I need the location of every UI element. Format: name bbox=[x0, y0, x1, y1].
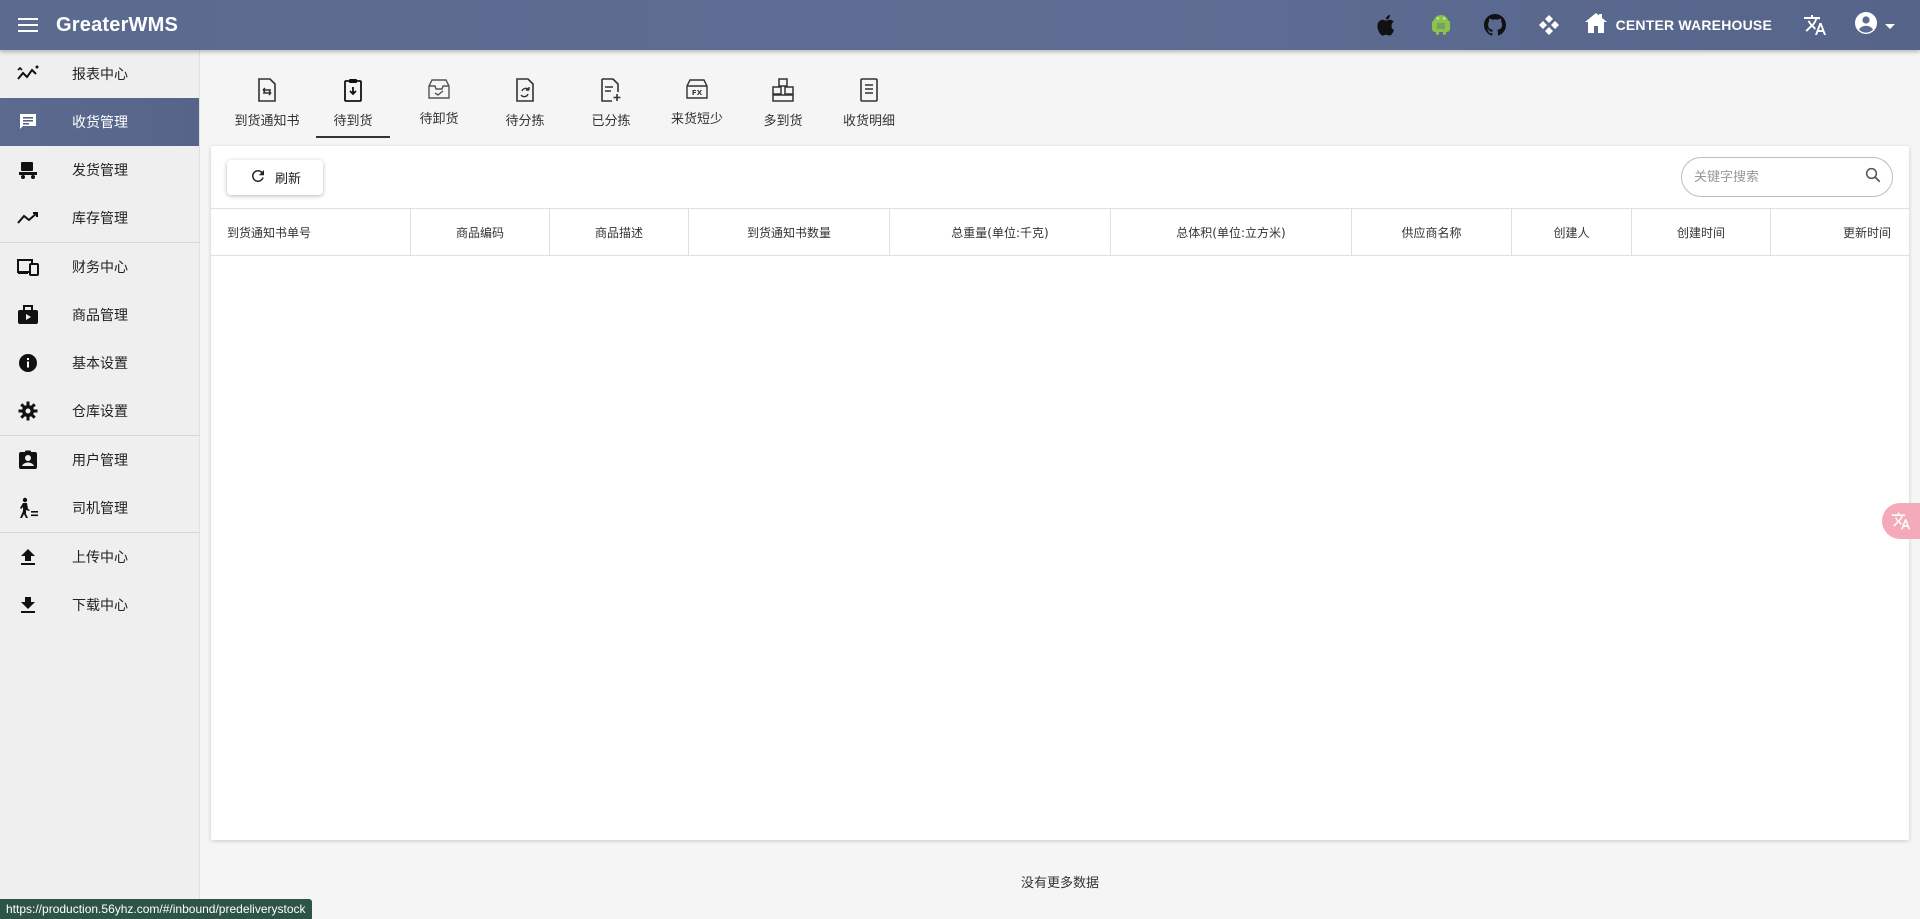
sidebar-item-finance[interactable]: 财务中心 bbox=[0, 243, 199, 291]
sidebar-item-label: 下载中心 bbox=[72, 598, 128, 614]
account-menu[interactable] bbox=[1842, 0, 1920, 50]
warehouse-selector[interactable]: CENTER WAREHOUSE bbox=[1576, 0, 1788, 50]
inbound-tabs: 到货通知书 待到货 待卸货 待分拣 已分拣 FX 来货短少 多到货 收货明细 bbox=[224, 70, 912, 138]
android-icon[interactable] bbox=[1414, 0, 1468, 50]
tab-label: 收货明细 bbox=[842, 114, 895, 129]
sidebar-item-stock[interactable]: 库存管理 bbox=[0, 194, 199, 242]
tab-pending-unload[interactable]: 待卸货 bbox=[396, 70, 482, 138]
report-icon bbox=[0, 65, 56, 83]
column-header[interactable]: 总体积(单位:立方米) bbox=[1111, 209, 1352, 256]
tab-shortage[interactable]: FX 来货短少 bbox=[654, 70, 740, 138]
sidebar-item-upload[interactable]: 上传中心 bbox=[0, 533, 199, 581]
sidebar-item-users[interactable]: 用户管理 bbox=[0, 436, 199, 484]
sidebar-item-warehouse-settings[interactable]: 仓库设置 bbox=[0, 387, 199, 435]
info-icon bbox=[0, 353, 56, 373]
account-icon bbox=[1854, 11, 1878, 39]
document-sync-icon bbox=[514, 78, 536, 106]
column-header[interactable]: 供应商名称 bbox=[1352, 209, 1512, 256]
sidebar-item-label: 上传中心 bbox=[72, 550, 128, 566]
column-header[interactable]: 创建人 bbox=[1512, 209, 1632, 256]
sidebar-item-label: 司机管理 bbox=[72, 501, 128, 517]
tab-label: 待分拣 bbox=[505, 114, 545, 129]
sidebar-item-basic-settings[interactable]: 基本设置 bbox=[0, 339, 199, 387]
tab-over-arrival[interactable]: 多到货 bbox=[740, 70, 826, 138]
search-input[interactable] bbox=[1694, 169, 1864, 185]
sidebar-item-label: 库存管理 bbox=[72, 211, 128, 227]
clipboard-icon bbox=[342, 78, 364, 106]
sidebar-item-download[interactable]: 下载中心 bbox=[0, 581, 199, 629]
sidebar-item-label: 基本设置 bbox=[72, 356, 128, 372]
column-header[interactable]: 总重量(单位:千克) bbox=[890, 209, 1111, 256]
tab-label: 待到货 bbox=[333, 114, 373, 129]
tab-sorted[interactable]: 已分拣 bbox=[568, 70, 654, 138]
receiving-icon bbox=[0, 112, 56, 132]
translate-float-icon[interactable] bbox=[1882, 503, 1920, 539]
sidebar-item-label: 报表中心 bbox=[72, 67, 128, 83]
boxes-icon bbox=[771, 78, 795, 106]
upload-icon bbox=[0, 548, 56, 566]
svg-text:FX: FX bbox=[692, 89, 703, 97]
menu-icon[interactable] bbox=[0, 0, 56, 50]
column-header[interactable]: 创建时间 bbox=[1632, 209, 1771, 256]
caret-down-icon bbox=[1884, 16, 1896, 35]
sidebar-item-label: 财务中心 bbox=[72, 260, 128, 276]
sidebar-item-label: 商品管理 bbox=[72, 308, 128, 324]
inbox-fx-icon: FX bbox=[685, 78, 709, 104]
document-transfer-icon bbox=[256, 78, 278, 106]
tab-label: 到货通知书 bbox=[234, 114, 300, 129]
sidebar-item-shipping[interactable]: 发货管理 bbox=[0, 146, 199, 194]
column-header[interactable]: 更新时间 bbox=[1771, 209, 1909, 256]
sidebar-item-label: 仓库设置 bbox=[72, 404, 128, 420]
finance-icon bbox=[0, 258, 56, 276]
tab-pending-arrival[interactable]: 待到货 bbox=[310, 70, 396, 138]
warehouse-icon bbox=[1584, 12, 1608, 38]
driver-icon bbox=[0, 497, 56, 519]
tab-arrival-notice[interactable]: 到货通知书 bbox=[224, 70, 310, 138]
api-icon[interactable] bbox=[1522, 0, 1576, 50]
app-title: GreaterWMS bbox=[56, 13, 179, 36]
app-header: GreaterWMS CENTER WAREHOUSE bbox=[0, 0, 1920, 50]
github-icon[interactable] bbox=[1468, 0, 1522, 50]
translate-icon[interactable] bbox=[1788, 0, 1842, 50]
gear-icon bbox=[0, 401, 56, 421]
inbox-check-icon bbox=[427, 78, 451, 104]
sidebar: 报表中心 收货管理 发货管理 库存管理 财务中心 商品管理 基本设置 仓库设置 … bbox=[0, 50, 200, 919]
search-box bbox=[1681, 157, 1893, 197]
tab-label: 来货短少 bbox=[670, 112, 723, 127]
tab-label: 已分拣 bbox=[591, 114, 631, 129]
sidebar-item-label: 发货管理 bbox=[72, 163, 128, 179]
stock-icon bbox=[0, 210, 56, 226]
warehouse-label: CENTER WAREHOUSE bbox=[1615, 17, 1772, 33]
sidebar-item-label: 收货管理 bbox=[72, 115, 128, 131]
table-panel: 刷新 到货通知书单号 商品编码 商品描述 到货通知书数量 总重量(单位:千克) … bbox=[211, 146, 1909, 840]
column-header[interactable]: 到货通知书数量 bbox=[689, 209, 890, 256]
download-icon bbox=[0, 596, 56, 614]
tab-pending-sort[interactable]: 待分拣 bbox=[482, 70, 568, 138]
sidebar-item-goods[interactable]: 商品管理 bbox=[0, 291, 199, 339]
document-list-icon bbox=[859, 78, 879, 106]
sidebar-item-report[interactable]: 报表中心 bbox=[0, 50, 199, 98]
user-badge-icon bbox=[0, 450, 56, 470]
column-header[interactable]: 商品编码 bbox=[411, 209, 550, 256]
sidebar-item-label: 用户管理 bbox=[72, 453, 128, 469]
no-more-data-label: 没有更多数据 bbox=[1020, 876, 1099, 891]
document-add-icon bbox=[599, 78, 623, 106]
refresh-label: 刷新 bbox=[274, 172, 301, 187]
apple-icon[interactable] bbox=[1360, 0, 1414, 50]
tab-label: 待卸货 bbox=[419, 112, 459, 127]
goods-icon bbox=[0, 305, 56, 325]
refresh-button[interactable]: 刷新 bbox=[227, 160, 323, 195]
column-header[interactable]: 商品描述 bbox=[550, 209, 689, 256]
sidebar-item-drivers[interactable]: 司机管理 bbox=[0, 484, 199, 532]
refresh-icon bbox=[249, 167, 267, 189]
tab-label: 多到货 bbox=[763, 114, 803, 129]
sidebar-item-receiving[interactable]: 收货管理 bbox=[0, 98, 199, 146]
shipping-icon bbox=[0, 160, 56, 180]
status-bar-url: https://production.56yhz.com/#/inbound/p… bbox=[0, 899, 312, 919]
column-header[interactable]: 到货通知书单号 bbox=[211, 209, 411, 256]
table-header: 到货通知书单号 商品编码 商品描述 到货通知书数量 总重量(单位:千克) 总体积… bbox=[211, 208, 1909, 256]
tab-receiving-detail[interactable]: 收货明细 bbox=[826, 70, 912, 138]
search-icon[interactable] bbox=[1864, 166, 1882, 188]
